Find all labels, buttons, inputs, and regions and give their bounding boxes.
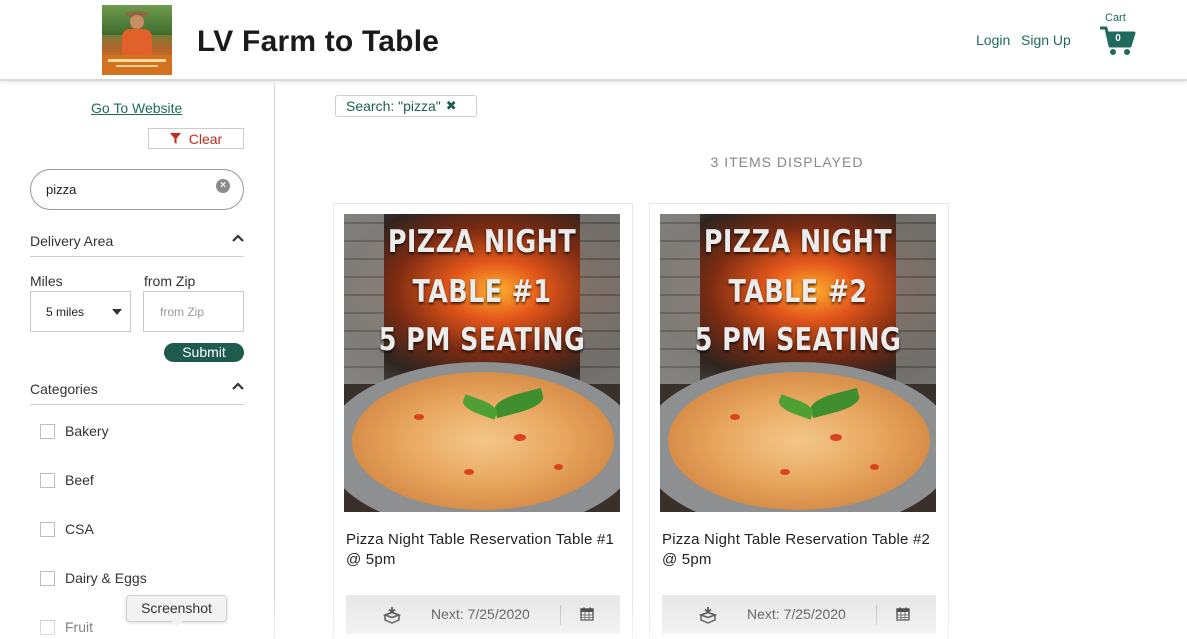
remove-search-icon[interactable]: ✖ xyxy=(446,98,457,114)
pickup-box-icon xyxy=(383,607,401,624)
product-name[interactable]: Pizza Night Table Reservation Table #2 @… xyxy=(662,530,938,570)
site-header: LV Farm to Table Login Sign Up Cart 0 xyxy=(0,0,1187,81)
screenshot-tooltip: Screenshot xyxy=(126,595,227,627)
delivery-area-title: Delivery Area xyxy=(30,233,114,249)
image-text-line: TABLE #2 xyxy=(728,274,868,310)
miles-label: Miles xyxy=(30,273,63,289)
clear-filters-button[interactable]: Clear xyxy=(148,128,244,149)
signup-link[interactable]: Sign Up xyxy=(1021,32,1071,48)
login-link[interactable]: Login xyxy=(976,32,1010,48)
site-title[interactable]: LV Farm to Table xyxy=(197,25,439,59)
image-text-line: 5 PM SEATING xyxy=(378,322,586,358)
tooltip-label: Screenshot xyxy=(141,600,212,616)
image-text-line: PIZZA NIGHT xyxy=(387,224,577,260)
chevron-up-icon xyxy=(232,382,244,390)
checkbox[interactable] xyxy=(40,522,55,537)
filter-sidebar: Go To Website Clear pizza × Delivery Are… xyxy=(0,83,275,639)
category-label: Bakery xyxy=(65,423,109,439)
cart-count-badge: 0 xyxy=(1115,33,1121,44)
next-date: Next: 7/25/2020 xyxy=(747,606,846,622)
checkbox[interactable] xyxy=(40,424,55,439)
product-card[interactable]: PIZZA NIGHT TABLE #1 5 PM SEATING Pizza … xyxy=(333,203,633,639)
categories-title: Categories xyxy=(30,381,98,397)
checkbox[interactable] xyxy=(40,571,55,586)
search-input[interactable]: pizza xyxy=(30,169,244,210)
next-date: Next: 7/25/2020 xyxy=(431,606,530,622)
clear-search-icon[interactable]: × xyxy=(216,179,230,193)
checkbox[interactable] xyxy=(40,473,55,488)
pickup-box-icon xyxy=(699,607,717,624)
zip-input[interactable]: from Zip xyxy=(143,291,244,332)
from-zip-label: from Zip xyxy=(144,273,196,289)
search-chip-label: Search: "pizza" xyxy=(346,98,441,114)
product-image[interactable]: PIZZA NIGHT TABLE #2 5 PM SEATING xyxy=(660,214,936,512)
miles-select-value: 5 miles xyxy=(46,304,85,319)
go-to-website-link[interactable]: Go To Website xyxy=(91,100,182,116)
image-text-line: PIZZA NIGHT xyxy=(703,224,893,260)
product-image[interactable]: PIZZA NIGHT TABLE #1 5 PM SEATING xyxy=(344,214,620,512)
image-text-line: TABLE #1 xyxy=(412,274,552,310)
product-card[interactable]: PIZZA NIGHT TABLE #2 5 PM SEATING Pizza … xyxy=(649,203,949,639)
farm-logo[interactable] xyxy=(102,5,172,75)
chevron-up-icon xyxy=(232,234,244,242)
submit-button[interactable]: Submit xyxy=(164,343,244,362)
category-label: Fruit xyxy=(65,619,93,635)
category-label: Dairy & Eggs xyxy=(65,570,147,586)
items-displayed-count: 3 ITEMS DISPLAYED xyxy=(710,154,864,170)
miles-select[interactable]: 5 miles xyxy=(30,291,131,332)
cart-label[interactable]: Cart xyxy=(1105,12,1126,24)
calendar-icon[interactable] xyxy=(896,607,910,621)
filter-icon xyxy=(169,133,181,144)
categories-header[interactable]: Categories xyxy=(30,373,244,405)
next-pickup-bar: Next: 7/25/2020 xyxy=(662,595,936,634)
clear-label: Clear xyxy=(188,130,223,147)
checkbox[interactable] xyxy=(40,620,55,635)
next-pickup-bar: Next: 7/25/2020 xyxy=(346,595,620,634)
product-name[interactable]: Pizza Night Table Reservation Table #1 @… xyxy=(346,530,622,570)
image-text-line: 5 PM SEATING xyxy=(694,322,902,358)
category-label: Beef xyxy=(65,472,94,488)
delivery-area-header[interactable]: Delivery Area xyxy=(30,225,244,257)
caret-down-icon xyxy=(112,309,122,315)
search-filter-chip[interactable]: Search: "pizza" ✖ xyxy=(335,95,477,117)
calendar-icon[interactable] xyxy=(580,607,594,621)
category-label: CSA xyxy=(65,521,94,537)
